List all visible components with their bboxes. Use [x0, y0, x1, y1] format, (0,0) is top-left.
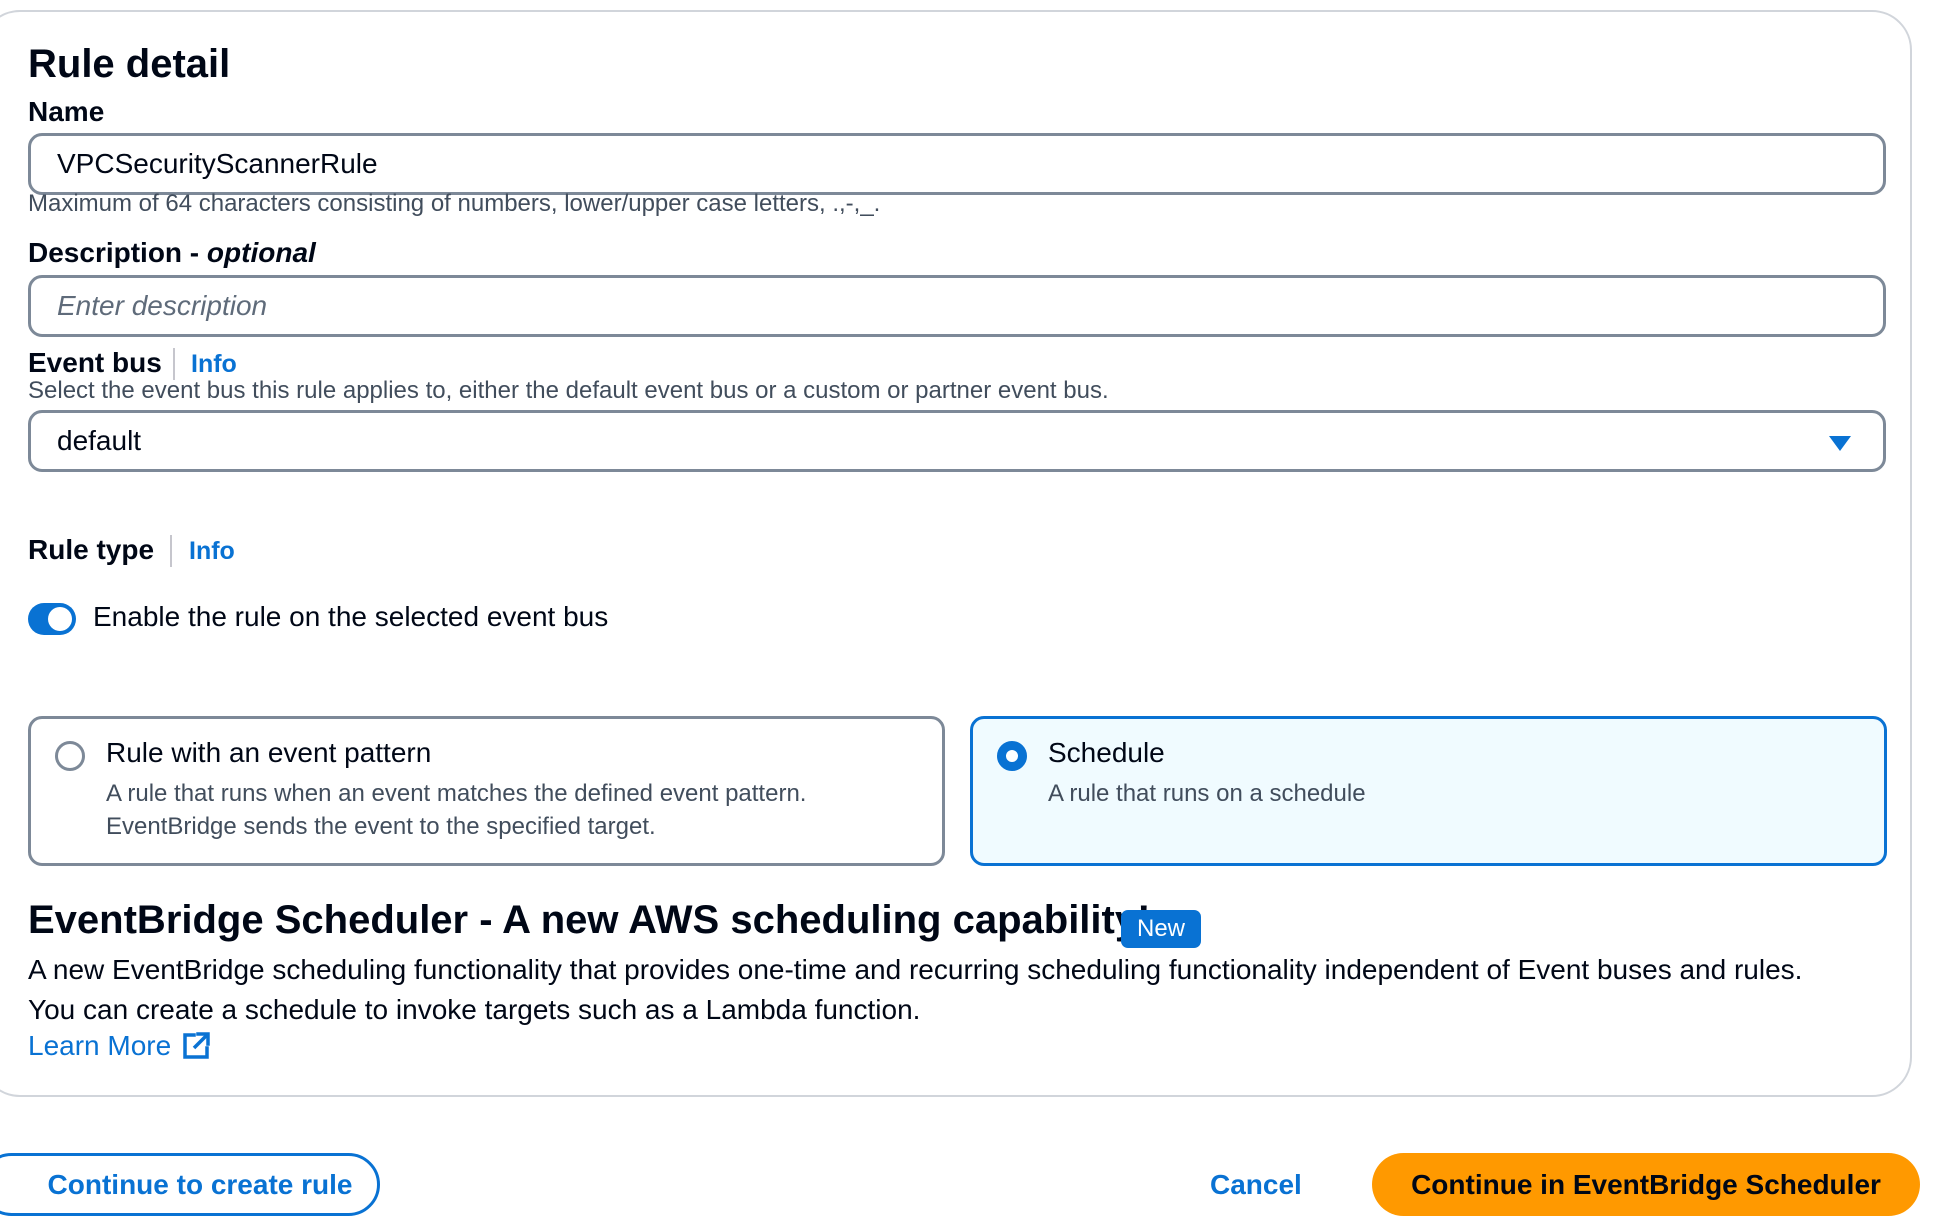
rule-type-info-link[interactable]: Info — [189, 537, 235, 566]
option-description-line: EventBridge sends the event to the speci… — [106, 813, 656, 840]
new-badge: New — [1121, 910, 1202, 948]
continue-to-create-rule-button[interactable]: Continue to create rule — [0, 1153, 380, 1216]
external-link-icon — [183, 1032, 210, 1059]
scheduler-description-line: You can create a schedule to invoke targ… — [28, 994, 921, 1025]
name-input[interactable]: VPCSecurityScannerRule — [28, 133, 1886, 195]
scheduler-description-line: A new EventBridge scheduling functionali… — [28, 954, 1803, 985]
name-label: Name — [28, 96, 105, 127]
caret-down-icon — [1829, 436, 1851, 451]
option-description: A rule that runs when an event matches t… — [106, 777, 806, 843]
toggle-knob — [48, 607, 72, 631]
description-label-text: Description - — [28, 237, 207, 268]
divider — [173, 348, 175, 380]
rule-type-label: Rule type — [28, 534, 155, 565]
scheduler-description: A new EventBridge scheduling functionali… — [28, 950, 1802, 1030]
option-title: Rule with an event pattern — [106, 737, 432, 768]
option-description-line: A rule that runs when an event matches t… — [106, 780, 807, 807]
optional-text: optional — [206, 237, 316, 268]
divider — [170, 535, 172, 567]
cancel-button[interactable]: Cancel — [1210, 1153, 1302, 1216]
enable-rule-label: Enable the rule on the selected event bu… — [93, 601, 609, 632]
option-description: A rule that runs on a schedule — [1048, 777, 1366, 810]
enable-rule-toggle[interactable] — [28, 603, 76, 635]
option-description-line: A rule that runs on a schedule — [1048, 780, 1366, 807]
continue-in-scheduler-button[interactable]: Continue in EventBridge Scheduler — [1372, 1153, 1920, 1216]
learn-more-link[interactable]: Learn More — [28, 1030, 211, 1062]
scheduler-heading: EventBridge Scheduler - A new AWS schedu… — [28, 898, 1151, 942]
rule-type-option-schedule[interactable]: Schedule A rule that runs on a schedule — [970, 716, 1887, 866]
radio-button-selected[interactable] — [997, 741, 1027, 771]
event-bus-info-link[interactable]: Info — [191, 350, 237, 379]
event-bus-selected-value: default — [57, 425, 142, 456]
section-title: Rule detail — [28, 42, 231, 86]
event-bus-label: Event bus — [28, 347, 162, 378]
rule-type-option-event-pattern[interactable]: Rule with an event pattern A rule that r… — [28, 716, 945, 866]
description-label: Description - optional — [28, 237, 316, 269]
description-input[interactable]: Enter description — [28, 275, 1886, 337]
radio-button[interactable] — [55, 741, 85, 771]
option-title: Schedule — [1048, 737, 1165, 768]
learn-more-text: Learn More — [28, 1030, 172, 1061]
event-bus-hint: Select the event bus this rule applies t… — [28, 377, 1109, 404]
name-constraint-text: Maximum of 64 characters consisting of n… — [28, 190, 881, 217]
event-bus-select[interactable]: default — [28, 410, 1886, 472]
